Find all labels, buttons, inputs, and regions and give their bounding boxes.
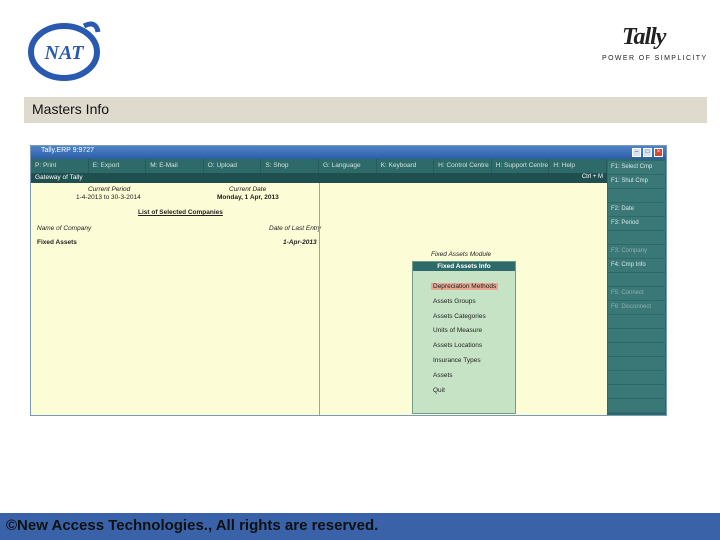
menu-email[interactable]: M: E-Mail — [146, 159, 204, 173]
menu-export[interactable]: E: Export — [89, 159, 147, 173]
copyright-text: ©New Access Technologies., All rights ar… — [6, 517, 379, 534]
fkey-select-cmp[interactable]: F1: Select Cmp — [608, 161, 665, 174]
submenu-assets-locations[interactable]: Assets Locations — [433, 342, 482, 349]
submenu-units-of-measure[interactable]: Units of Measure — [433, 327, 482, 334]
fkey-shut-cmp[interactable]: F1: Shut Cmp — [608, 175, 665, 188]
company-name[interactable]: Fixed Assets — [37, 239, 77, 246]
tally-logo: Tally POWER OF SIMPLICITY — [598, 24, 708, 70]
company-date: 1-Apr-2013 — [283, 239, 317, 246]
tally-menubar: P: Print E: Export M: E-Mail O: Upload S… — [31, 159, 607, 173]
fkey-blank-9 — [608, 385, 665, 398]
menu-print[interactable]: P: Print — [31, 159, 89, 173]
fkey-blank-4 — [608, 315, 665, 328]
submenu-quit[interactable]: Quit — [433, 387, 445, 394]
tally-tagline: POWER OF SIMPLICITY — [602, 55, 708, 62]
tally-logo-text: Tally — [622, 24, 666, 50]
companies-title: List of Selected Companies — [138, 209, 223, 216]
menu-keyboard[interactable]: K: Keyboard — [377, 159, 435, 173]
current-date-value: Monday, 1 Apr, 2013 — [217, 194, 279, 201]
fkey-blank-5 — [608, 329, 665, 342]
nat-logo: NAT — [28, 21, 101, 81]
submenu-insurance-types[interactable]: Insurance Types — [433, 357, 481, 364]
fkey-blank-1 — [608, 189, 665, 202]
nat-logo-text: NAT — [44, 42, 85, 64]
function-key-panel: F1: Select Cmp F1: Shut Cmp F2: Date F3:… — [607, 159, 666, 415]
fkey-period[interactable]: F3: Period — [608, 217, 665, 230]
col-last-entry: Date of Last Entry — [269, 225, 322, 232]
fkey-blank-8 — [608, 371, 665, 384]
tally-titlebar: Tally.ERP 9:9727 – □ × — [31, 146, 666, 159]
fkey-blank-6 — [608, 343, 665, 356]
fkey-connect[interactable]: F5: Connect — [608, 287, 665, 300]
maximize-icon[interactable]: □ — [643, 148, 652, 157]
fkey-blank-7 — [608, 357, 665, 370]
submenu-assets-groups[interactable]: Assets Groups — [433, 298, 476, 305]
fkey-disconnect[interactable]: F6: Disconnect — [608, 301, 665, 314]
submenu-assets[interactable]: Assets — [433, 372, 453, 379]
menu-language[interactable]: G: Language — [319, 159, 377, 173]
module-caption: Fixed Assets Module — [431, 251, 492, 258]
fkey-blank-3 — [608, 273, 665, 286]
gateway-content: Current Period 1-4-2013 to 30-3-2014 Cur… — [31, 183, 607, 415]
submenu-assets-categories[interactable]: Assets Categories — [433, 313, 486, 320]
header-shortcut: Ctrl + M — [581, 174, 603, 180]
close-icon[interactable]: × — [654, 148, 663, 157]
submenu-title: Fixed Assets Info — [413, 262, 515, 271]
gateway-header: Gateway of Tally Ctrl + M — [31, 173, 607, 183]
gateway-title: Gateway of Tally — [35, 174, 83, 181]
fixed-assets-menu: Fixed Assets Info Depreciation Methods A… — [412, 261, 516, 414]
menu-shop[interactable]: S: Shop — [261, 159, 319, 173]
col-company: Name of Company — [37, 225, 92, 232]
tally-window: Tally.ERP 9:9727 – □ × P: Print E: Expor… — [30, 145, 667, 416]
slide-title: Masters Info — [32, 101, 110, 117]
fkey-cmp-info[interactable]: F4: Cmp Info — [608, 259, 665, 272]
current-period-value: 1-4-2013 to 30-3-2014 — [76, 194, 141, 201]
current-date-label: Current Date — [229, 186, 267, 193]
fkey-company[interactable]: F3: Company — [608, 245, 665, 258]
minimize-icon[interactable]: – — [632, 148, 641, 157]
menu-help[interactable]: H: Help — [549, 159, 607, 173]
submenu-depreciation-methods[interactable]: Depreciation Methods — [431, 283, 499, 290]
menu-support-centre[interactable]: H: Support Centre — [492, 159, 550, 173]
menu-control-centre[interactable]: H: Control Centre — [434, 159, 492, 173]
slide-title-bar: Masters Info — [24, 97, 707, 123]
fkey-blank-10 — [608, 399, 665, 412]
tally-window-title: Tally.ERP 9:9727 — [41, 147, 95, 154]
footer-bar: ©New Access Technologies., All rights ar… — [0, 513, 720, 540]
current-period-label: Current Period — [88, 186, 131, 193]
content-divider — [319, 183, 320, 415]
fkey-date[interactable]: F2: Date — [608, 203, 665, 216]
menu-upload[interactable]: O: Upload — [204, 159, 262, 173]
fkey-blank-2 — [608, 231, 665, 244]
